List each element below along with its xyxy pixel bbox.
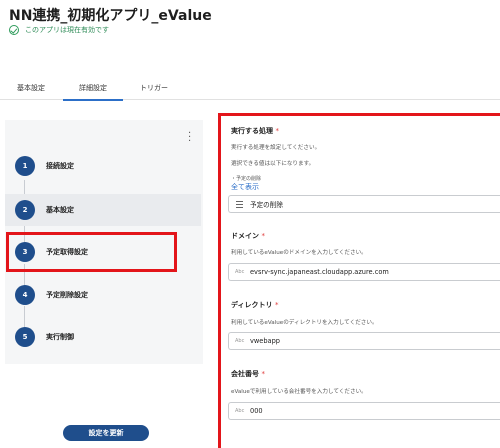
step-item-5[interactable]: 5 実行制御 [5, 321, 201, 353]
step-number: 4 [15, 285, 35, 305]
company-label-text: 会社番号 [231, 370, 259, 378]
step-label: 予定削除設定 [46, 291, 88, 299]
list-icon [236, 201, 243, 208]
company-input-value: 000 [250, 407, 263, 415]
directory-field-label: ディレクトリ * [231, 300, 278, 310]
text-type-icon: Abc [235, 269, 245, 275]
text-type-icon: Abc [235, 338, 245, 344]
required-mark: * [274, 301, 279, 309]
domain-input[interactable]: Abc evsrv-sync.japaneast.cloudapp.azure.… [228, 263, 500, 281]
step-number: 2 [15, 200, 35, 220]
show-all-link[interactable]: 全て表示 [231, 182, 259, 192]
step-label: 実行制御 [46, 333, 74, 341]
domain-label-text: ドメイン [231, 232, 259, 240]
app-title: NN連携_初期化アプリ_eValue [9, 8, 212, 24]
company-input[interactable]: Abc 000 [228, 402, 500, 420]
directory-label-text: ディレクトリ [231, 301, 273, 309]
tab-trigger[interactable]: トリガー [140, 83, 168, 99]
required-mark: * [275, 127, 279, 135]
domain-input-value: evsrv-sync.japaneast.cloudapp.azure.com [250, 268, 389, 276]
action-option-caption: ・予定の削除 [231, 176, 262, 182]
directory-help: 利用しているeValueのディレクトリを入力してください。 [231, 320, 378, 326]
text-type-icon: Abc [235, 408, 245, 414]
domain-help: 利用しているeValueのドメインを入力してください。 [231, 250, 367, 256]
company-field-label: 会社番号 * [231, 369, 265, 379]
step-item-4[interactable]: 4 予定削除設定 [5, 279, 201, 311]
domain-field-label: ドメイン * [231, 231, 265, 241]
highlight-box-step-3 [6, 232, 177, 272]
app-status: このアプリは現在有効です [9, 25, 109, 35]
check-circle-icon [9, 25, 19, 35]
tab-detail-settings[interactable]: 詳細設定 [63, 83, 123, 101]
required-mark: * [261, 232, 265, 240]
step-label: 基本設定 [46, 206, 74, 214]
step-label: 接続設定 [46, 162, 74, 170]
directory-input-value: vwebapp [250, 337, 280, 345]
step-number: 1 [15, 156, 35, 176]
tab-bar: 基本設定 詳細設定 トリガー [0, 80, 500, 101]
company-help: eValueで利用している会社番号を入力してください。 [231, 389, 367, 395]
action-help-2: 選択できる値は以下になります。 [231, 161, 315, 167]
action-select-value: 予定の削除 [250, 201, 283, 209]
step-item-2[interactable]: 2 基本設定 [5, 194, 201, 226]
action-label-text: 実行する処理 [231, 127, 273, 135]
step-number: 5 [15, 327, 35, 347]
required-mark: * [261, 370, 265, 378]
step-item-1[interactable]: 1 接続設定 [5, 150, 201, 182]
action-help-1: 実行する処理を設定してください。 [231, 145, 321, 151]
action-select[interactable]: 予定の削除 [228, 195, 500, 213]
directory-input[interactable]: Abc vwebapp [228, 332, 500, 350]
kebab-menu-icon[interactable]: · · · [188, 129, 191, 147]
action-field-label: 実行する処理 * [231, 126, 279, 136]
update-settings-button[interactable]: 設定を更新 [63, 425, 149, 441]
tab-basic-settings[interactable]: 基本設定 [17, 83, 45, 99]
app-status-text: このアプリは現在有効です [25, 26, 109, 34]
